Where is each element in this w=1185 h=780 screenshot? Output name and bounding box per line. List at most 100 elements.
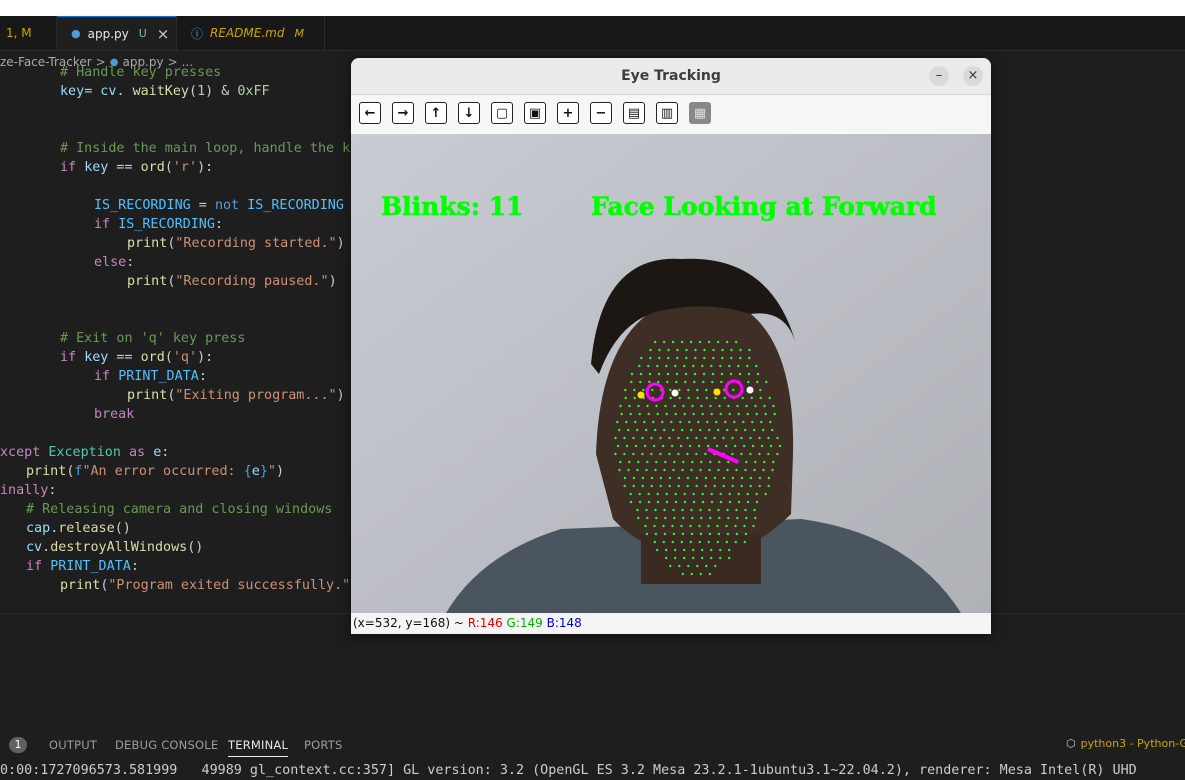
terminal-profile-selector[interactable]: ⬡ python3 - Python-Ga	[1066, 737, 1185, 750]
mesh-landmark-dot	[628, 460, 631, 464]
pan-down-button[interactable]: ↓	[458, 102, 480, 124]
code-line: key= cv. waitKey(1) & 0xFF	[60, 82, 270, 101]
mesh-landmark-dot	[710, 412, 713, 416]
zoom-fit-button[interactable]: ▣	[524, 102, 546, 124]
mesh-landmark-dot	[740, 452, 743, 456]
zoom-in-button[interactable]: +	[557, 102, 579, 124]
close-icon[interactable]: ×	[157, 25, 170, 43]
mesh-landmark-dot	[659, 436, 662, 440]
save-image-button[interactable]: ▤	[623, 102, 645, 124]
mesh-landmark-dot	[646, 460, 649, 464]
mesh-landmark-dot	[767, 436, 770, 440]
mesh-landmark-dot	[706, 420, 709, 424]
red-value: R:146	[467, 616, 503, 630]
code-token: ()	[114, 521, 131, 536]
mesh-landmark-dot	[646, 516, 649, 520]
camera-frame[interactable]: Blinks: 11 Face Looking at Forward	[351, 134, 991, 613]
code-token: cv	[26, 540, 43, 555]
mesh-landmark-dot	[741, 396, 744, 400]
mesh-landmark-dot	[701, 548, 704, 552]
mesh-landmark-dot	[683, 500, 687, 504]
code-token: "Program exited successfully."	[108, 578, 351, 593]
mesh-landmark-dot	[742, 444, 746, 448]
zoom-original-button[interactable]: ▢	[491, 102, 513, 124]
mesh-landmark-dot	[666, 372, 670, 376]
minimize-button[interactable]: –	[929, 66, 949, 86]
tab-debug-console[interactable]: DEBUG CONSOLE	[115, 738, 218, 752]
mesh-landmark-dot	[690, 508, 693, 512]
mesh-landmark-dot	[696, 564, 699, 568]
zoom-out-button[interactable]: −	[590, 102, 612, 124]
mesh-landmark-dot	[695, 476, 699, 480]
code-token: if	[60, 350, 85, 365]
neck	[641, 534, 761, 584]
pan-left-button[interactable]: ←	[359, 102, 381, 124]
window-titlebar[interactable]: Eye Tracking – ×	[351, 58, 991, 95]
mesh-landmark-dot	[667, 356, 670, 360]
mesh-landmark-dot	[683, 412, 686, 416]
mesh-landmark-dot	[685, 348, 688, 352]
properties-button[interactable]: ▦	[689, 102, 711, 124]
mesh-landmark-dot	[708, 428, 711, 432]
tab-app-py[interactable]: ● app.py U ×	[57, 16, 177, 50]
mesh-landmark-dot	[688, 420, 691, 424]
code-token: print	[127, 388, 168, 403]
mesh-landmark-dot	[717, 468, 720, 472]
mesh-landmark-dot	[699, 508, 702, 512]
mesh-landmark-dot	[697, 444, 701, 448]
tab-readme[interactable]: ⓘ README.md M	[177, 16, 325, 50]
mesh-landmark-dot	[647, 500, 651, 504]
mesh-landmark-dot	[714, 396, 717, 400]
mesh-landmark-dot	[698, 524, 701, 528]
mesh-landmark-dot	[669, 388, 672, 392]
mesh-landmark-dot	[684, 380, 687, 384]
mesh-landmark-dot	[618, 468, 621, 472]
mesh-landmark-dot	[720, 380, 723, 384]
mesh-landmark-dot	[691, 516, 694, 520]
mesh-landmark-dot	[735, 508, 738, 512]
copy-clipboard-button[interactable]: ▥	[656, 102, 678, 124]
code-token: 1	[197, 84, 206, 99]
mesh-landmark-dot	[759, 396, 762, 400]
problems-count-badge[interactable]: 1	[9, 737, 27, 753]
mesh-landmark-dot	[718, 516, 721, 520]
tab-output[interactable]: OUTPUT	[49, 738, 97, 752]
mesh-landmark-dot	[653, 540, 656, 544]
mesh-landmark-dot	[674, 412, 677, 416]
tab-previous-file[interactable]: 1, M	[0, 16, 57, 50]
mesh-landmark-dot	[742, 420, 745, 424]
eye-tracking-window: Eye Tracking – × ← → ↑ ↓ ▢ ▣ + − ▤ ▥ ▦ Blinks: 11 …	[351, 58, 991, 634]
mesh-landmark-dot	[683, 492, 686, 496]
mesh-landmark-dot	[748, 356, 751, 360]
mesh-landmark-dot	[674, 492, 677, 496]
mesh-landmark-dot	[760, 420, 763, 424]
info-icon: ⓘ	[191, 26, 204, 41]
mesh-landmark-dot	[632, 476, 636, 480]
mesh-landmark-dot	[713, 476, 717, 480]
mesh-landmark-dot	[734, 340, 738, 344]
tab-ports[interactable]: PORTS	[304, 738, 342, 752]
mesh-landmark-dot	[715, 420, 718, 424]
code-line: else:	[94, 253, 134, 272]
mesh-landmark-dot	[669, 396, 672, 400]
mesh-landmark-dot	[690, 572, 693, 576]
mesh-landmark-dot	[645, 468, 648, 472]
pan-up-button[interactable]: ↑	[425, 102, 447, 124]
close-window-button[interactable]: ×	[963, 66, 983, 86]
mesh-landmark-dot	[674, 556, 677, 560]
mesh-landmark-dot	[652, 420, 655, 424]
mesh-landmark-dot	[637, 516, 640, 520]
mesh-landmark-dot	[647, 412, 650, 416]
mesh-landmark-dot	[763, 460, 766, 464]
mesh-landmark-dot	[671, 540, 674, 544]
mesh-landmark-dot	[616, 420, 619, 424]
code-line: # Releasing camera and closing windows	[26, 500, 332, 519]
tab-terminal[interactable]: TERMINAL	[228, 738, 289, 757]
mesh-landmark-dot	[655, 516, 658, 520]
code-token: :	[161, 445, 170, 460]
pan-right-button[interactable]: →	[392, 102, 414, 124]
mesh-landmark-dot	[681, 572, 684, 576]
tab-label: README.md	[210, 26, 285, 40]
mesh-landmark-dot	[656, 492, 659, 496]
mesh-landmark-dot	[672, 508, 675, 512]
